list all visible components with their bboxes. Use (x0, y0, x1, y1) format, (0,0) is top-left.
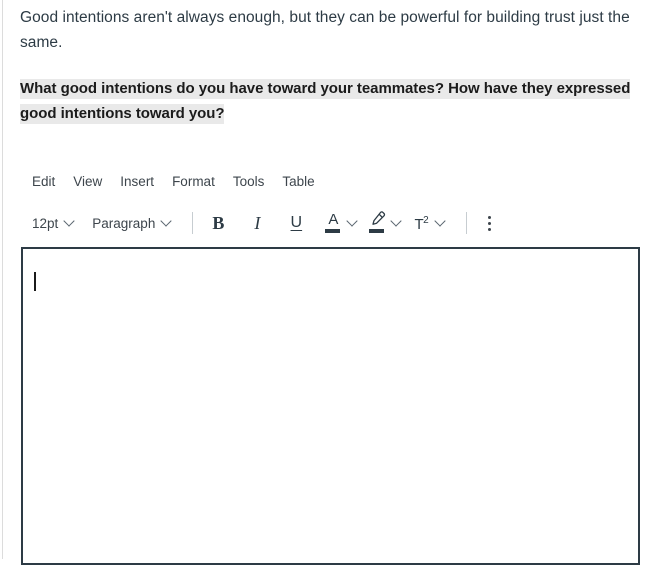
font-size-dropdown[interactable]: 12pt (32, 216, 83, 231)
superscript-icon: T2 (410, 211, 432, 235)
passage-paragraph: Good intentions aren't always enough, bu… (20, 9, 630, 51)
chevron-down-icon[interactable] (348, 217, 357, 226)
chevron-down-icon[interactable] (392, 217, 401, 226)
menu-item-tools[interactable]: Tools (224, 169, 274, 195)
kebab-dot (487, 221, 491, 225)
chevron-down-icon (65, 217, 74, 226)
discussion-prompt: What good intentions do you have toward … (20, 55, 641, 126)
highlight-color-button[interactable] (366, 211, 401, 235)
text-color-button[interactable]: A (322, 211, 357, 235)
highlight-color-swatch (369, 229, 385, 233)
font-size-value: 12pt (32, 215, 59, 231)
editor-menubar: Edit View Insert Format Tools Table (21, 169, 640, 195)
menu-item-table[interactable]: Table (273, 169, 323, 195)
menu-item-view[interactable]: View (64, 169, 111, 195)
kebab-dot (487, 227, 491, 231)
text-color-icon: A (322, 211, 344, 235)
italic-button[interactable]: I (244, 210, 270, 236)
toolbar-divider (466, 212, 468, 234)
superscript-button[interactable]: T2 (410, 211, 445, 235)
kebab-dot (487, 215, 491, 219)
kebab-menu-icon[interactable] (479, 212, 499, 234)
chevron-down-icon (162, 217, 171, 226)
chevron-down-icon[interactable] (436, 217, 445, 226)
text-color-letter: A (328, 211, 339, 228)
block-format-dropdown[interactable]: Paragraph (83, 216, 180, 231)
toolbar-divider (192, 212, 194, 234)
prompt-passage: Good intentions aren't always enough, bu… (0, 0, 659, 126)
menu-item-insert[interactable]: Insert (111, 169, 163, 195)
text-color-swatch (325, 229, 341, 233)
editor-toolbar: 12pt Paragraph B I U A T2 (21, 206, 640, 240)
rich-content-editor: Edit View Insert Format Tools Table 12pt… (0, 169, 659, 565)
superscript-glyph: T2 (414, 215, 429, 233)
highlighter-pen-icon (366, 211, 388, 235)
menu-item-edit[interactable]: Edit (32, 169, 64, 195)
block-format-value: Paragraph (92, 215, 156, 231)
discussion-prompt-highlight: What good intentions do you have toward … (20, 79, 631, 124)
underline-button[interactable]: U (283, 210, 309, 236)
bold-button[interactable]: B (205, 210, 231, 236)
text-caret (34, 272, 36, 291)
assignment-content: Good intentions aren't always enough, bu… (0, 0, 659, 565)
editor-text-area[interactable] (21, 247, 640, 565)
menu-item-format[interactable]: Format (163, 169, 224, 195)
